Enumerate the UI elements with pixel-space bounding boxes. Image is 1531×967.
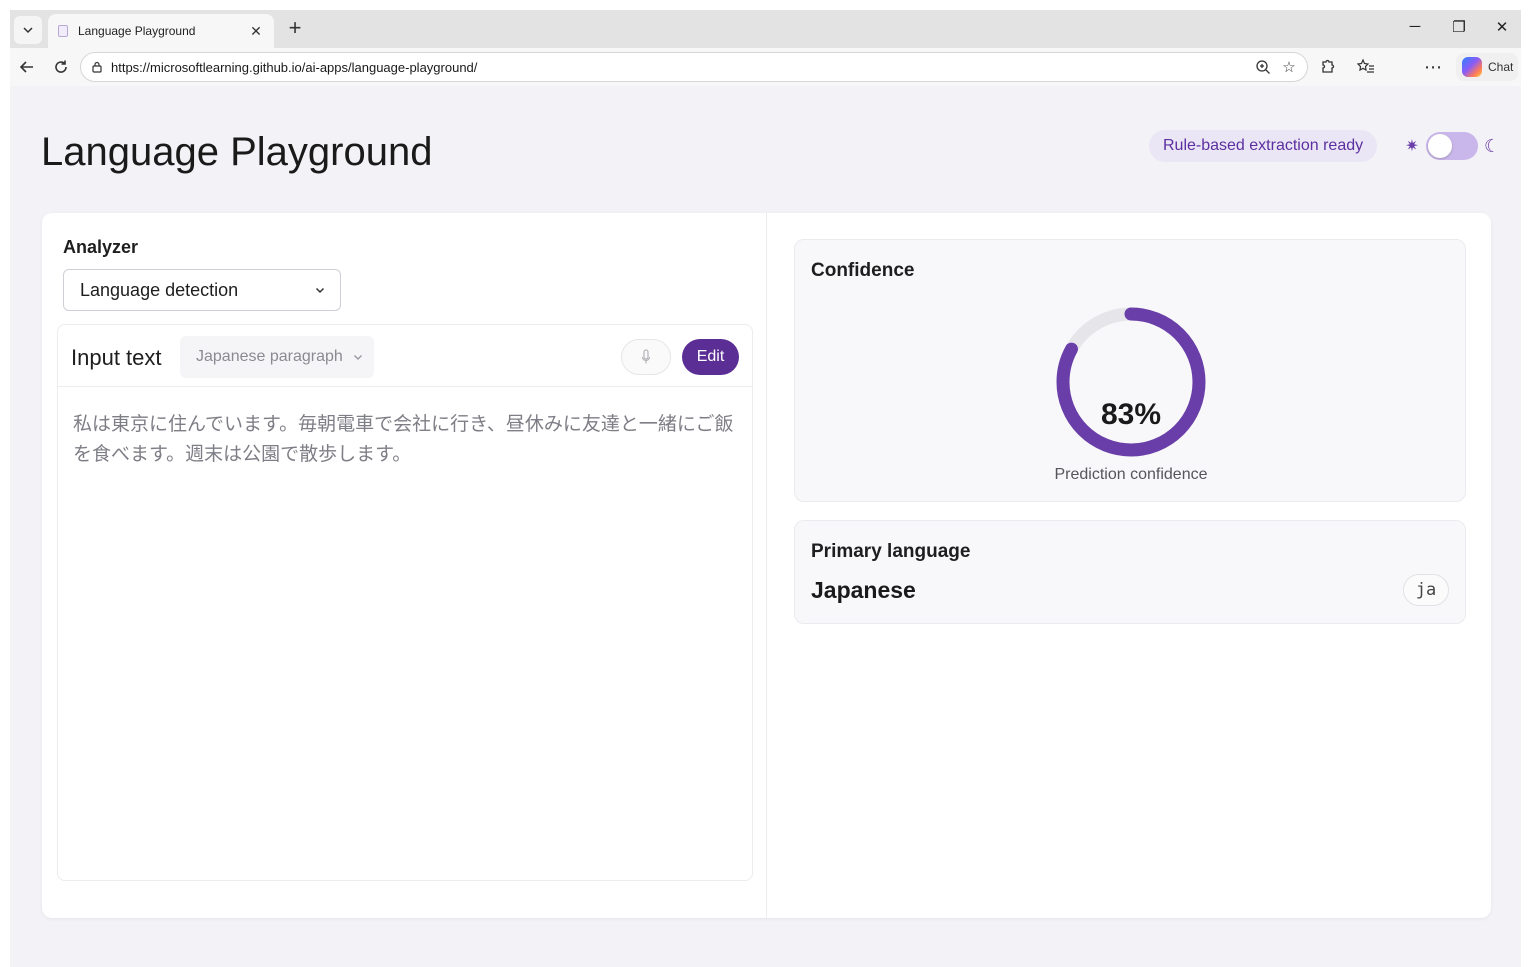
theme-switcher: ✷ ☾: [1404, 130, 1501, 162]
close-window-icon[interactable]: ✕: [1487, 18, 1517, 40]
sample-select[interactable]: Japanese paragraph: [180, 336, 374, 378]
more-icon[interactable]: ⋯: [1420, 54, 1446, 80]
sample-selected-value: Japanese paragraph: [196, 348, 343, 365]
theme-toggle[interactable]: [1426, 132, 1478, 160]
analyzer-selected-value: Language detection: [80, 279, 239, 300]
zoom-icon[interactable]: [1253, 57, 1273, 77]
confidence-caption: Prediction confidence: [1054, 466, 1208, 483]
tab-strip: Language Playground ✕ + ─ ❐ ✕: [10, 10, 1521, 48]
toggle-knob: [1428, 134, 1452, 158]
moon-icon: ☾: [1484, 135, 1501, 156]
column-divider: [766, 213, 767, 918]
status-badge: Rule-based extraction ready: [1149, 130, 1378, 162]
copilot-icon: [1462, 57, 1482, 77]
analyzer-label: Analyzer: [63, 237, 139, 257]
browser-window: Language Playground ✕ + ─ ❐ ✕ https://mi…: [10, 10, 1521, 967]
language-code-badge: ja: [1403, 574, 1449, 606]
microphone-button[interactable]: [621, 339, 671, 375]
lock-icon[interactable]: [91, 61, 103, 73]
refresh-icon[interactable]: [48, 54, 74, 80]
favorites-list-icon[interactable]: [1353, 54, 1379, 80]
minimize-icon[interactable]: ─: [1400, 18, 1430, 40]
primary-language-name: Japanese: [811, 577, 916, 603]
browser-toolbar: https://microsoftlearning.github.io/ai-a…: [10, 48, 1521, 86]
address-bar[interactable]: https://microsoftlearning.github.io/ai-a…: [80, 52, 1308, 82]
confidence-ring: [1056, 307, 1206, 457]
chevron-down-icon: [354, 355, 362, 360]
chevron-down-icon: [23, 27, 33, 34]
edit-button[interactable]: Edit: [682, 339, 739, 375]
chat-label: Chat: [1488, 60, 1514, 74]
microphone-icon: [641, 349, 651, 364]
page-favicon-icon: [58, 25, 68, 37]
restore-icon[interactable]: ❐: [1444, 18, 1474, 40]
analyzer-select[interactable]: Language detection: [63, 269, 341, 311]
primary-language-label: Primary language: [811, 541, 971, 562]
page-content: Language Playground Rule-based extractio…: [12, 86, 1521, 967]
tab-actions-button[interactable]: [14, 16, 42, 44]
back-arrow-icon[interactable]: [14, 54, 40, 80]
new-tab-button[interactable]: +: [282, 16, 308, 42]
extensions-icon[interactable]: [1314, 54, 1340, 80]
confidence-value: 83%: [1100, 398, 1162, 431]
close-tab-icon[interactable]: ✕: [248, 23, 264, 40]
chevron-down-icon: [315, 287, 325, 294]
browser-tab[interactable]: Language Playground ✕: [48, 14, 274, 48]
url-text[interactable]: https://microsoftlearning.github.io/ai-a…: [111, 60, 1253, 75]
page-title: Language Playground: [41, 130, 433, 174]
input-text-label: Input text: [71, 345, 162, 370]
confidence-card: Confidence 83% Prediction confidence: [794, 239, 1466, 502]
input-text-content[interactable]: 私は東京に住んでいます。毎朝電車で会社に行き、昼休みに友達と一緒にご飯を食べます…: [73, 409, 741, 469]
playground-card: Analyzer Language detection Input text J…: [42, 213, 1491, 918]
sun-icon: ✷: [1405, 138, 1419, 155]
star-icon[interactable]: ☆: [1279, 57, 1299, 77]
input-panel: Input text Japanese paragraph Edit 私は東京に…: [57, 324, 753, 881]
primary-language-card: Primary language Japanese ja: [794, 520, 1466, 624]
chat-button[interactable]: Chat: [1456, 53, 1518, 81]
input-panel-header: Input text Japanese paragraph Edit: [58, 325, 752, 387]
confidence-title: Confidence: [811, 260, 915, 281]
tab-title: Language Playground: [78, 24, 196, 38]
